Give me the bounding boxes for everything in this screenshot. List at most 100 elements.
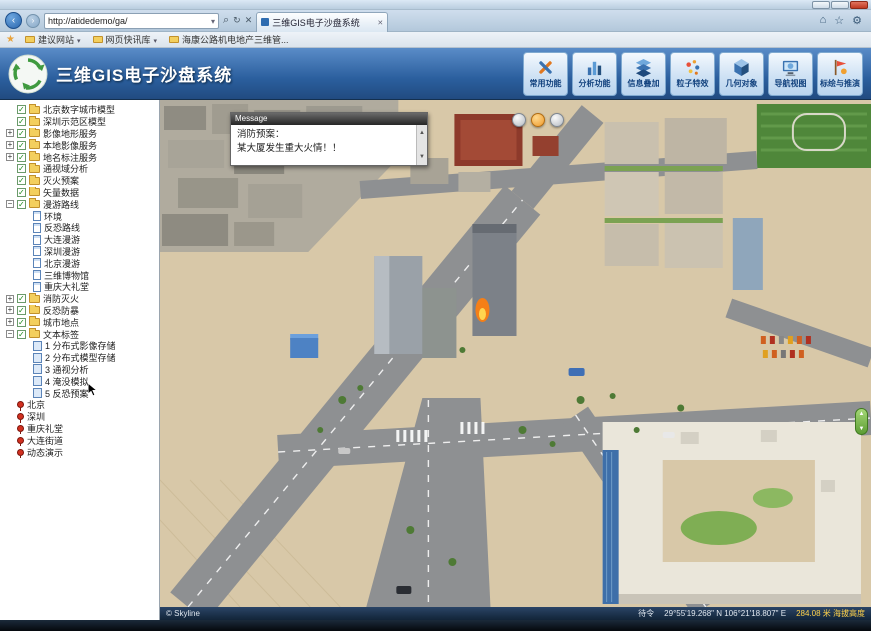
toolbar-button-layers[interactable]: 信息叠加 bbox=[621, 52, 666, 96]
expand-icon[interactable] bbox=[6, 306, 14, 314]
tree-item[interactable]: 北京 bbox=[0, 399, 159, 411]
toolbar-button-cube[interactable]: 几何对象 bbox=[719, 52, 764, 96]
main-content: 北京数字城市模型深圳示范区模型影像地形服务本地影像服务地名标注服务通视域分析灭火… bbox=[0, 100, 871, 620]
checkbox-checked[interactable] bbox=[17, 306, 26, 315]
tree-item-label: 重庆大礼堂 bbox=[44, 281, 89, 293]
browser-tab[interactable]: 三维GIS电子沙盘系统 bbox=[256, 12, 388, 32]
tree-item[interactable]: 矢量数据 bbox=[0, 187, 159, 199]
checkbox-checked[interactable] bbox=[17, 176, 26, 185]
collapse-icon[interactable] bbox=[6, 330, 14, 338]
tree-item[interactable]: 环境 bbox=[0, 210, 159, 222]
map-viewport[interactable]: Message 消防预案： 某大厦发生重大火情！！ ▲ ▼ ▲ bbox=[160, 100, 871, 620]
tree-item[interactable]: 通视域分析 bbox=[0, 163, 159, 175]
toolbar-button-tools[interactable]: 常用功能 bbox=[523, 52, 568, 96]
gear-icon[interactable]: ⚙ bbox=[852, 14, 862, 27]
tree-item[interactable]: 反恐路线 bbox=[0, 222, 159, 234]
tree-item[interactable]: 城市地点 bbox=[0, 316, 159, 328]
application-window: ‹ › http://atidedemo/ga/ 三维GIS电子沙盘系统 ⌂ ☆… bbox=[0, 0, 871, 631]
message-panel-title[interactable]: Message bbox=[231, 113, 427, 125]
checkbox-checked[interactable] bbox=[17, 164, 26, 173]
tree-item[interactable]: 本地影像服务 bbox=[0, 139, 159, 151]
favorites-item-3[interactable]: 海康公路机电地产三维管... bbox=[169, 33, 289, 46]
stop-icon[interactable] bbox=[245, 15, 253, 26]
scroll-up-icon[interactable]: ▲ bbox=[419, 126, 425, 140]
tree-item[interactable]: 1 分布式影像存储 bbox=[0, 340, 159, 352]
tree-item[interactable]: 重庆礼堂 bbox=[0, 423, 159, 435]
zoom-out-icon[interactable]: ▼ bbox=[859, 426, 865, 432]
message-scrollbar[interactable]: ▲ ▼ bbox=[416, 125, 427, 165]
tree-item[interactable]: 北京数字城市模型 bbox=[0, 104, 159, 116]
collapse-icon[interactable] bbox=[6, 200, 14, 208]
expand-icon[interactable] bbox=[6, 129, 14, 137]
tree-indent-spacer bbox=[6, 436, 14, 444]
tree-item[interactable]: 影像地形服务 bbox=[0, 128, 159, 140]
refresh-icon[interactable] bbox=[233, 15, 241, 26]
tree-item[interactable]: 4 淹没模拟 bbox=[0, 375, 159, 387]
zoom-in-icon[interactable]: ▲ bbox=[859, 411, 865, 417]
checkbox-checked[interactable] bbox=[17, 141, 26, 150]
tree-item[interactable]: 灭火预案 bbox=[0, 175, 159, 187]
tree-item[interactable]: 文本标签 bbox=[0, 328, 159, 340]
toolbar-button-navview[interactable]: 导航视图 bbox=[768, 52, 813, 96]
folder-icon bbox=[29, 200, 40, 208]
tree-item[interactable]: 北京漫游 bbox=[0, 257, 159, 269]
tree-item[interactable]: 大连漫游 bbox=[0, 234, 159, 246]
tree-item[interactable]: 3 通视分析 bbox=[0, 364, 159, 376]
checkbox-checked[interactable] bbox=[17, 129, 26, 138]
tree-indent-spacer bbox=[22, 377, 30, 385]
checkbox-checked[interactable] bbox=[17, 318, 26, 327]
tree-item[interactable]: 地名标注服务 bbox=[0, 151, 159, 163]
tree-item-label: 消防灭火 bbox=[43, 293, 79, 305]
favorites-item-2[interactable]: 网页快讯库 bbox=[93, 33, 158, 46]
expand-icon[interactable] bbox=[6, 318, 14, 326]
home-icon[interactable]: ⌂ bbox=[820, 14, 827, 27]
tree-item-label: 重庆礼堂 bbox=[27, 423, 63, 435]
expand-icon[interactable] bbox=[6, 141, 14, 149]
zoom-control[interactable]: ▲ ▼ bbox=[855, 408, 868, 435]
doc-icon bbox=[33, 341, 42, 351]
tree-item[interactable]: 深圳漫游 bbox=[0, 246, 159, 258]
checkbox-checked[interactable] bbox=[17, 105, 26, 114]
back-icon[interactable]: ‹ bbox=[5, 12, 22, 29]
compass-center-icon[interactable] bbox=[531, 113, 545, 127]
tree-item[interactable]: 动态演示 bbox=[0, 446, 159, 458]
rotate-right-icon[interactable] bbox=[550, 113, 564, 127]
scroll-down-icon[interactable]: ▼ bbox=[419, 150, 425, 164]
tree-item[interactable]: 重庆大礼堂 bbox=[0, 281, 159, 293]
checkbox-checked[interactable] bbox=[17, 117, 26, 126]
checkbox-checked[interactable] bbox=[17, 330, 26, 339]
close-button[interactable] bbox=[850, 1, 868, 9]
tree-item[interactable]: 深圳 bbox=[0, 411, 159, 423]
favorites-star-icon[interactable]: ☆ bbox=[834, 14, 844, 27]
chevron-down-icon[interactable] bbox=[211, 16, 215, 26]
url-field[interactable]: http://atidedemo/ga/ bbox=[44, 13, 219, 29]
toolbar-button-flag[interactable]: 标绘与推演 bbox=[817, 52, 863, 96]
tree-item[interactable]: 5 反恐预案 bbox=[0, 387, 159, 399]
folder-icon bbox=[25, 36, 35, 43]
checkbox-checked[interactable] bbox=[17, 153, 26, 162]
tree-item[interactable]: 反恐防暴 bbox=[0, 305, 159, 317]
checkbox-checked[interactable] bbox=[17, 188, 26, 197]
maximize-button[interactable] bbox=[831, 1, 849, 9]
expand-icon[interactable] bbox=[6, 295, 14, 303]
toolbar-button-particles[interactable]: 粒子特效 bbox=[670, 52, 715, 96]
minimize-button[interactable] bbox=[812, 1, 830, 9]
toolbar-button-chart[interactable]: 分析功能 bbox=[572, 52, 617, 96]
tree-item[interactable]: 消防灭火 bbox=[0, 293, 159, 305]
checkbox-checked[interactable] bbox=[17, 294, 26, 303]
tree-item[interactable]: 漫游路线 bbox=[0, 198, 159, 210]
message-line-1: 消防预案： bbox=[237, 128, 412, 142]
star-icon[interactable]: ★ bbox=[6, 34, 15, 45]
forward-icon[interactable]: › bbox=[26, 14, 40, 28]
tree-item[interactable]: 三维博物馆 bbox=[0, 269, 159, 281]
tree-item[interactable]: 大连街道 bbox=[0, 434, 159, 446]
favorites-bar: ★ 建议网站网页快讯库海康公路机电地产三维管... bbox=[0, 32, 871, 48]
search-icon[interactable] bbox=[223, 14, 229, 27]
tree-item[interactable]: 2 分布式模型存储 bbox=[0, 352, 159, 364]
checkbox-checked[interactable] bbox=[17, 200, 26, 209]
expand-icon[interactable] bbox=[6, 153, 14, 161]
tree-item[interactable]: 深圳示范区模型 bbox=[0, 116, 159, 128]
favorites-item-1[interactable]: 建议网站 bbox=[25, 33, 81, 46]
tab-close-icon[interactable] bbox=[377, 17, 383, 27]
rotate-left-icon[interactable] bbox=[512, 113, 526, 127]
